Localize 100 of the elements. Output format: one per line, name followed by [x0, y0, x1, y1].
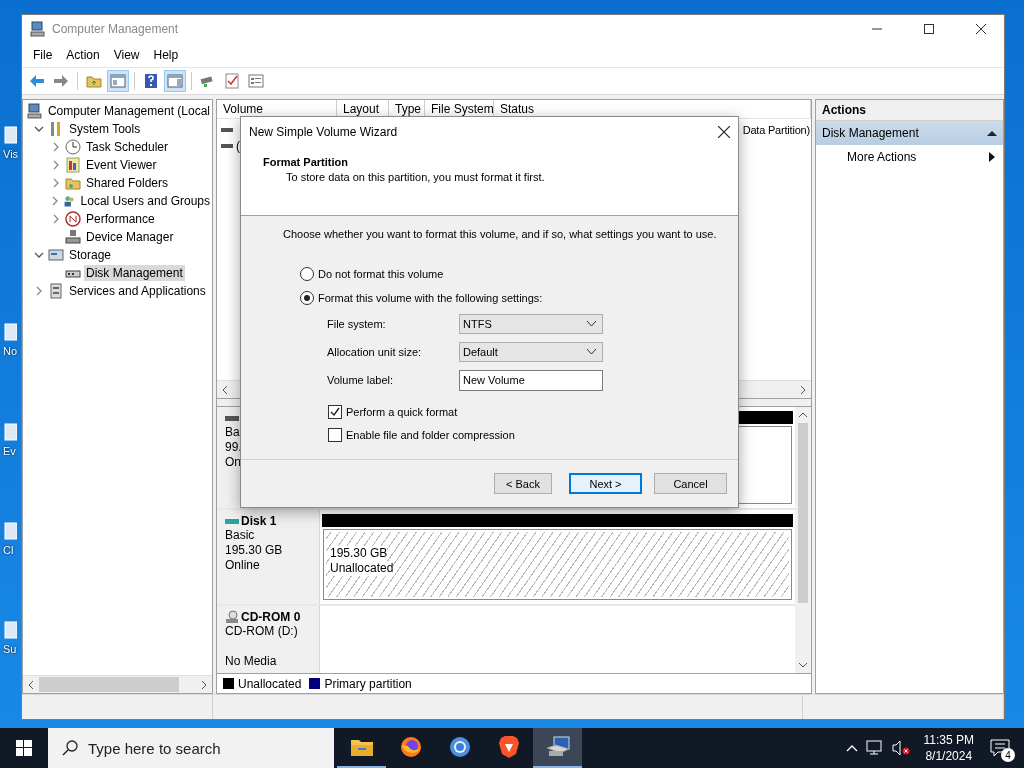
tree-item[interactable]: Device Manager: [84, 229, 176, 245]
radio-button[interactable]: [300, 267, 314, 281]
disk-info-text: On: [225, 455, 242, 470]
search-icon: [62, 740, 78, 756]
tree-item[interactable]: Services and Applications: [67, 283, 208, 299]
partition-box[interactable]: 195.30 GB Unallocated: [323, 529, 792, 600]
tree-item[interactable]: Task Scheduler: [84, 139, 171, 155]
maximize-icon: [924, 24, 934, 34]
tree-item[interactable]: Local Users and Groups: [78, 193, 212, 209]
disk-info-text: Basic: [225, 528, 256, 544]
back-arrow-icon: [29, 74, 45, 88]
tree-item[interactable]: System Tools: [67, 121, 143, 137]
network-icon[interactable]: [865, 740, 884, 756]
tree-item[interactable]: Computer Management (Local: [45, 103, 212, 119]
checklist-icon: [225, 73, 239, 89]
menu-item[interactable]: File: [26, 48, 60, 62]
close-icon: [976, 24, 986, 34]
folder-up-icon: [86, 74, 102, 88]
desktop-icon-label[interactable]: Ev: [3, 445, 16, 457]
lion-shield-icon: [497, 735, 520, 759]
dialog-button[interactable]: < Back: [494, 473, 552, 494]
chevron-up-icon[interactable]: [845, 744, 858, 752]
caret-icon: [587, 321, 596, 327]
toolbar-button[interactable]: [164, 70, 186, 92]
disk-info-text: 195.30 GB: [225, 543, 284, 559]
desktop-icon-label[interactable]: Su: [3, 643, 17, 655]
disk-name[interactable]: Disk 1: [241, 514, 277, 529]
expander-icon[interactable]: [50, 195, 60, 207]
close-icon[interactable]: [718, 126, 730, 138]
computer-icon: [30, 21, 46, 37]
services-icon: [48, 283, 64, 299]
window-title: Computer Management: [52, 22, 180, 36]
radio-button[interactable]: [300, 291, 314, 305]
clock-icon: [65, 139, 81, 155]
page-subtitle: To store data on this partition, you must format it first.: [285, 171, 546, 183]
instruction-text: Choose whether you want to format this volume, and if so, what settings you want to use.: [283, 228, 718, 240]
caret-icon: [587, 349, 596, 355]
toolbar-button[interactable]: [107, 70, 129, 92]
console-tree-icon: [110, 74, 126, 88]
drive-icon: [221, 142, 233, 150]
help-icon: [144, 73, 158, 89]
performance-icon: [65, 211, 81, 227]
disk-name[interactable]: CD-ROM 0: [241, 610, 301, 624]
desktop-icon-label[interactable]: Vis: [3, 148, 19, 160]
dialog-title: New Simple Volume Wizard: [249, 125, 398, 139]
taskbar-app[interactable]: [533, 728, 582, 768]
desktop-shortcut-icon: [3, 125, 17, 145]
users-icon: [63, 193, 76, 209]
desktop-icon-label[interactable]: Cl: [3, 544, 14, 556]
partition-size: 195.30 GB: [330, 546, 388, 562]
scrollbar-thumb[interactable]: [39, 677, 179, 692]
checkbox[interactable]: [328, 427, 342, 442]
properties-icon: [248, 74, 264, 88]
input-field[interactable]: New Volume: [459, 369, 603, 391]
scrollbar-thumb[interactable]: [798, 423, 808, 603]
field-label: Volume label:: [327, 374, 395, 386]
disk-info-text: Online: [225, 558, 261, 574]
forward-arrow-icon: [53, 74, 69, 88]
legend-label: Unallocated: [238, 676, 302, 691]
tree-item[interactable]: Storage: [67, 247, 114, 263]
clock[interactable]: 11:35 PM 8/1/2024: [923, 732, 974, 764]
dialog-button[interactable]: Next >: [569, 473, 642, 494]
tree-item[interactable]: Shared Folders: [84, 175, 171, 191]
desktop-icon-label[interactable]: No: [3, 345, 18, 357]
tree-item[interactable]: Disk Management: [84, 265, 185, 281]
legend-label: Primary partition: [324, 676, 412, 691]
computer-icon: [27, 103, 43, 119]
action-pane-icon: [167, 74, 183, 88]
checkbox[interactable]: [328, 404, 342, 419]
dialog-button[interactable]: Cancel: [654, 473, 727, 494]
storage-icon: [48, 247, 64, 263]
log-icon: [65, 157, 81, 173]
dropdown-field[interactable]: Default: [459, 342, 603, 362]
actions-title: Actions: [816, 100, 1003, 121]
radio-label[interactable]: Format this volume with the following settings:: [318, 292, 543, 304]
management-console-icon: [544, 736, 571, 758]
disk-info-text: No Media: [225, 654, 278, 669]
menu-item[interactable]: Action: [59, 48, 107, 62]
speaker-muted-icon[interactable]: [891, 740, 910, 756]
radio-label[interactable]: Do not format this volume: [318, 268, 444, 280]
action-item[interactable]: More Actions: [816, 145, 1003, 169]
search-field[interactable]: Type here to search: [48, 728, 334, 768]
notification-button[interactable]: 4: [988, 736, 1012, 760]
partition-label: Unallocated: [330, 561, 394, 577]
device-icon: [65, 229, 81, 245]
table-cell: (: [236, 139, 240, 153]
tree-item[interactable]: Performance: [84, 211, 157, 227]
submenu-arrow-icon: [989, 152, 995, 162]
dropdown-field[interactable]: NTFS: [459, 314, 603, 334]
collapse-arrow-icon: [987, 129, 997, 137]
disk-info-text: CD-ROM (D:): [225, 624, 299, 639]
action-section-header[interactable]: Disk Management: [816, 121, 1003, 145]
menu-item[interactable]: Help: [146, 48, 186, 62]
windows-logo-icon: [16, 740, 32, 756]
checkbox-label[interactable]: Perform a quick format: [346, 405, 458, 418]
desktop-shortcut-icon: [3, 620, 17, 640]
cd-drive-icon: [225, 610, 239, 624]
menu-item[interactable]: View: [106, 48, 147, 62]
tree-item[interactable]: Event Viewer: [84, 157, 159, 173]
checkbox-label[interactable]: Enable file and folder compression: [346, 428, 515, 441]
